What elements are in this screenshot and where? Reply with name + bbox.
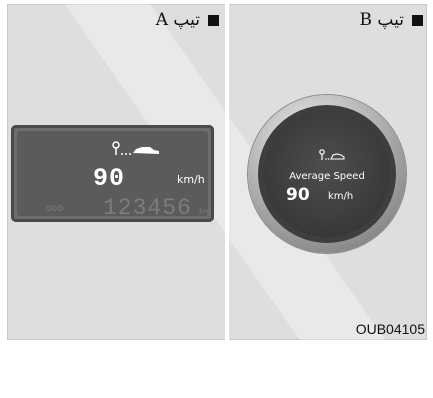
bullet-square-icon	[208, 14, 219, 26]
speed-value: 90	[93, 164, 126, 193]
key-car-icon	[112, 141, 159, 155]
gauge-bezel: Average Speed 90 km/h	[248, 95, 406, 253]
odometer-prefix: ooo	[45, 203, 64, 214]
average-speed-value: 90	[286, 185, 310, 205]
average-speed-unit: km/h	[328, 191, 354, 202]
panel-a-label-text: تیپ A	[155, 10, 200, 30]
average-speed-title: Average Speed	[289, 171, 365, 182]
panel-divider	[225, 4, 229, 340]
panel-b-label: تیپ B	[360, 10, 423, 30]
gauge-face: Average Speed 90 km/h	[264, 111, 390, 237]
key-car-icon	[319, 149, 345, 160]
odometer-value: 123456	[103, 195, 192, 221]
odometer-unit: km	[199, 207, 212, 216]
figure-code: OUB04105	[355, 321, 425, 337]
bullet-square-icon	[412, 14, 423, 26]
lcd-screen: 90 km/h ooo 123456 km	[17, 131, 212, 221]
speed-unit: km/h	[177, 173, 205, 186]
panel-b-label-text: تیپ B	[359, 10, 404, 30]
panel-a-label: تیپ A	[156, 10, 219, 30]
lcd-display: 90 km/h ooo 123456 km	[11, 125, 214, 222]
